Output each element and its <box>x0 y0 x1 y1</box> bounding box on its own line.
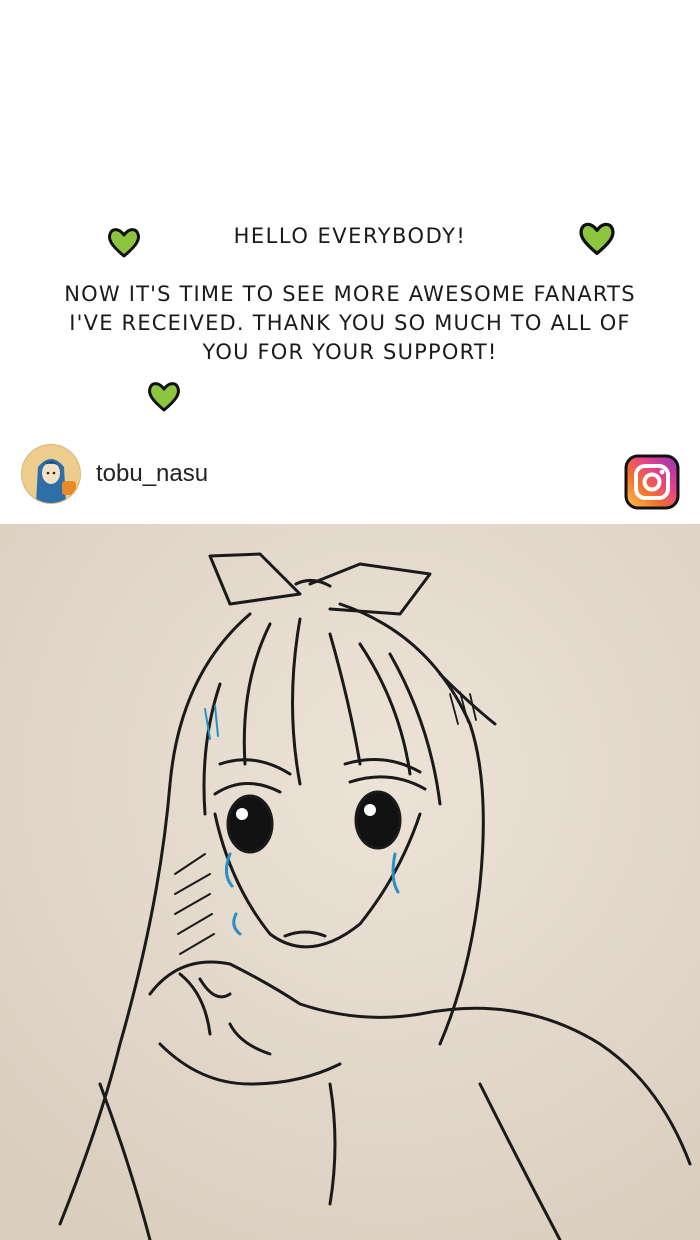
ink-drawing-illustration <box>0 524 700 1240</box>
heart-icon <box>148 382 180 412</box>
post-header: tobu_nasu <box>0 440 700 520</box>
instagram-icon[interactable] <box>624 454 680 510</box>
avatar[interactable] <box>22 445 80 503</box>
fanart-image <box>0 524 700 1240</box>
intro-section: HELLO EVERYBODY! NOW IT'S TIME TO SEE MO… <box>0 0 700 430</box>
avatar-portrait-icon <box>22 445 80 503</box>
greeting-heading: HELLO EVERYBODY! <box>233 224 467 248</box>
username[interactable]: tobu_nasu <box>96 460 208 488</box>
intro-message: NOW IT'S TIME TO SEE MORE AWESOME FANART… <box>64 282 636 364</box>
